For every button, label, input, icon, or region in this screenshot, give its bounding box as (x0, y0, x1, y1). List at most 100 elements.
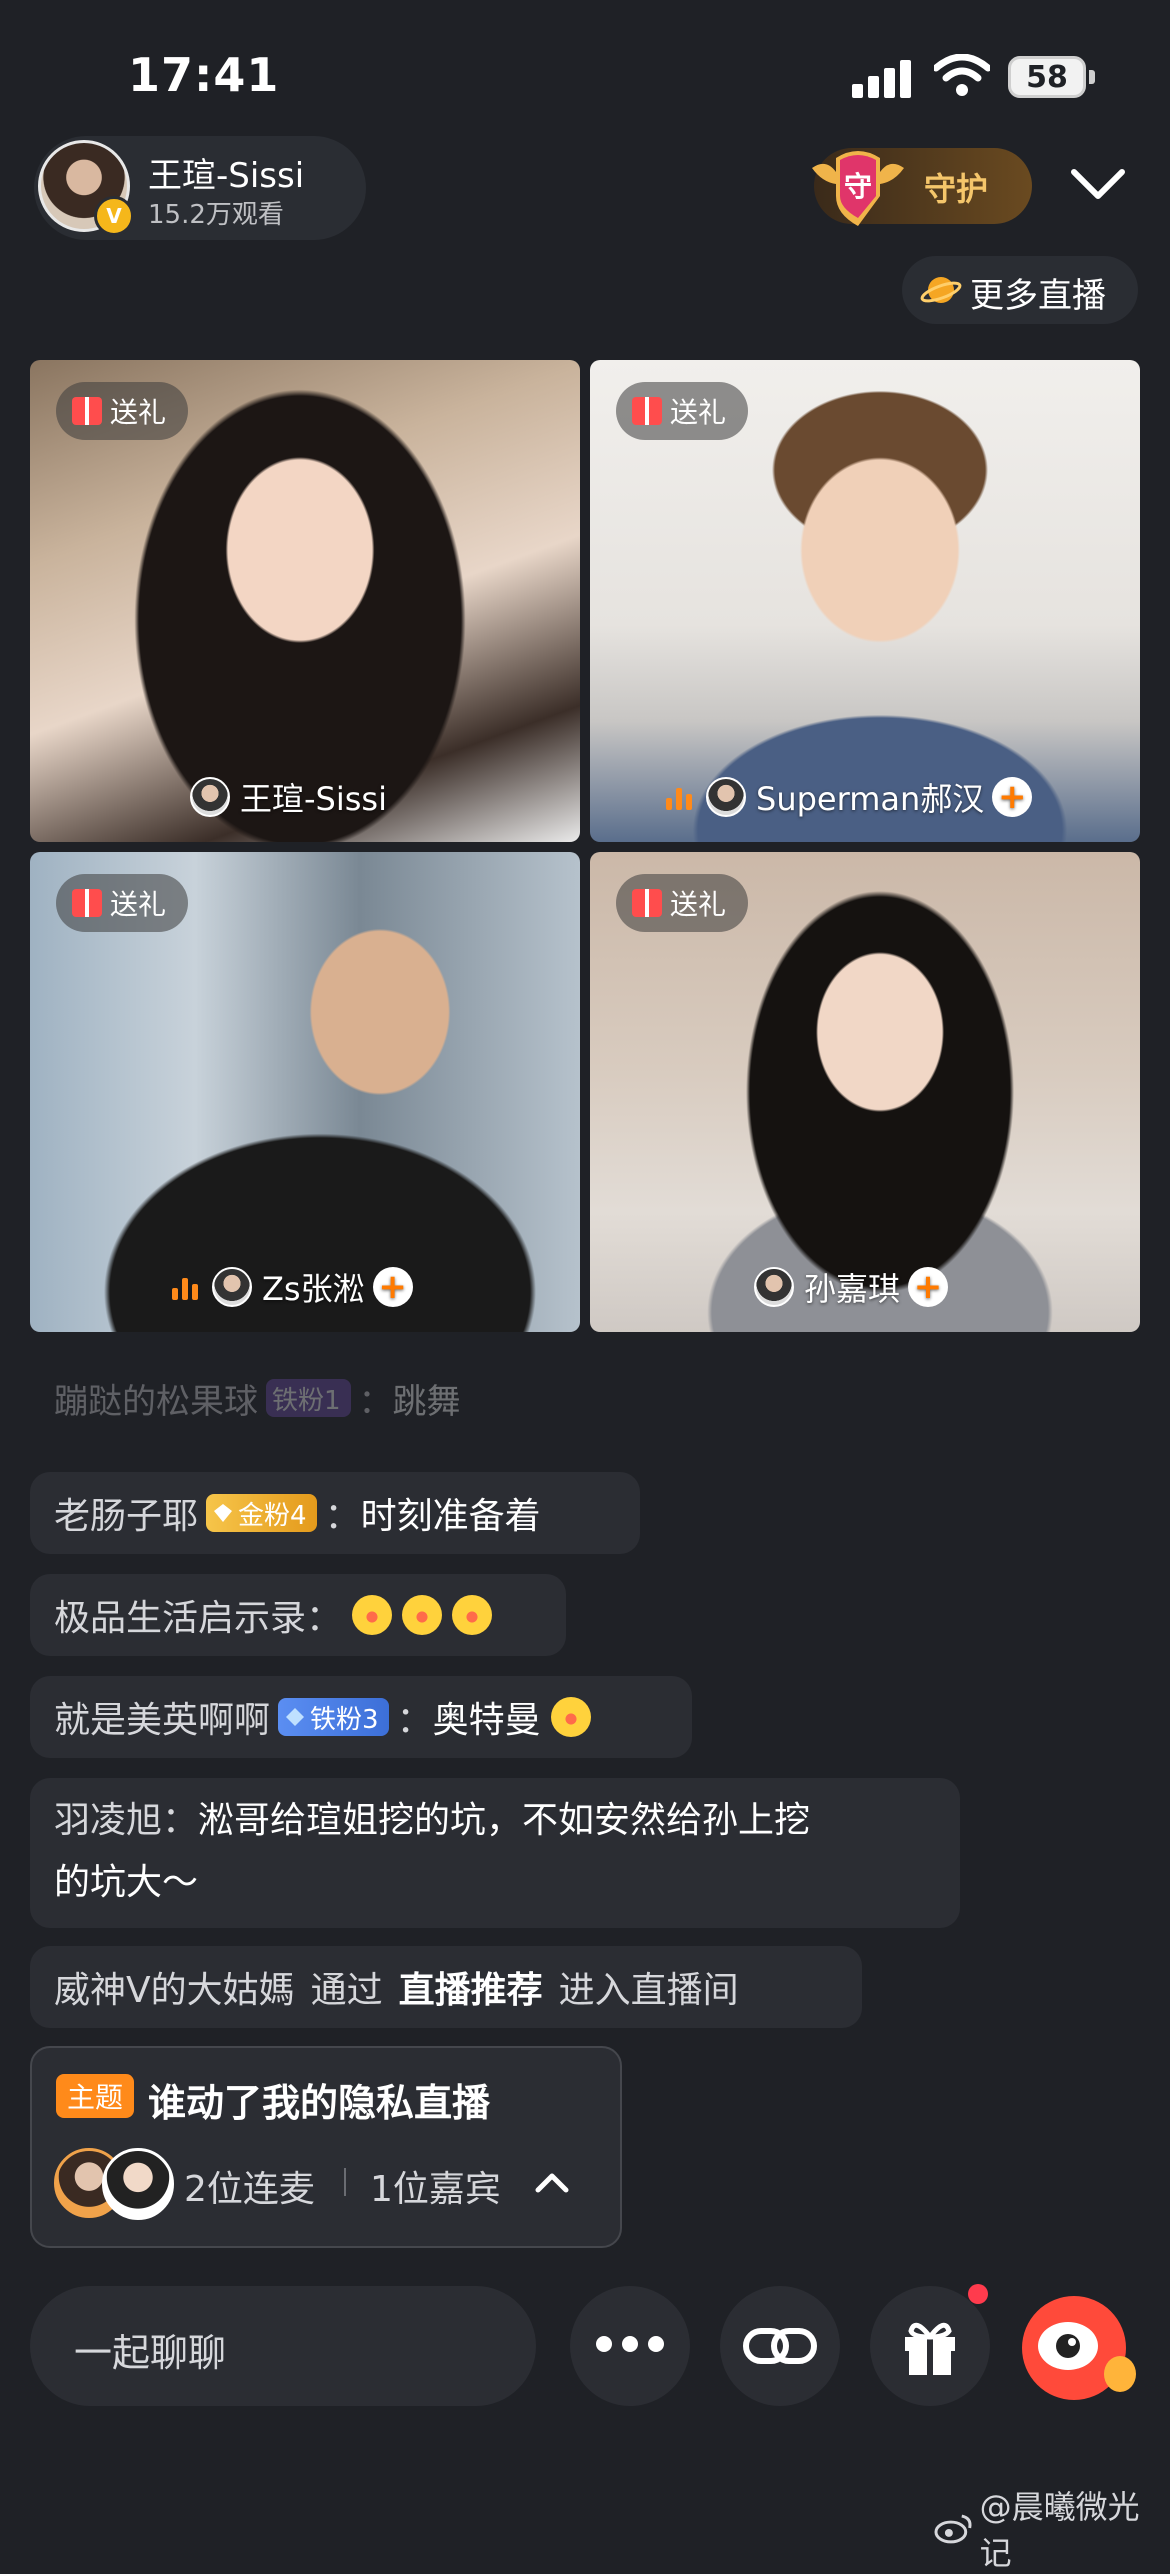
emoji-icon (352, 1595, 393, 1635)
cellular-signal-icon (852, 58, 916, 98)
participant-name-tag[interactable]: 孙嘉琪 + (754, 1264, 949, 1310)
battery-indicator: 58 (1008, 56, 1086, 98)
weibo-logo-icon (934, 2514, 972, 2544)
more-dots-icon (591, 2336, 669, 2356)
emoji-icon (452, 1595, 493, 1635)
chat-separator: ： (358, 1381, 393, 1422)
chat-text: 淞哥给瑄姐挖的坑，不如安然给孙上挖 (198, 1800, 811, 1841)
gift-button[interactable]: 送礼 (616, 382, 749, 440)
notification-dot (968, 2284, 988, 2304)
video-tile-sun[interactable]: 送礼 孙嘉琪 + (590, 852, 1140, 1332)
topic-tag: 主题 (56, 2074, 134, 2118)
watermark: @晨曦微光记 (934, 2482, 1170, 2574)
guard-label: 守护 (924, 170, 989, 208)
chat-username[interactable]: 羽凌旭 (54, 1800, 162, 1841)
chat-via: 通过 (310, 1970, 383, 2011)
battery-tip (1089, 70, 1095, 84)
emoji-icon (402, 1595, 443, 1635)
chat-text: 跳舞 (392, 1381, 461, 1422)
chat-action: 进入直播间 (558, 1970, 739, 2011)
guest-count: 1位嘉宾 (370, 2169, 501, 2210)
participant-name-tag[interactable]: 王瑄-Sissi (190, 774, 387, 820)
topic-title: 谁动了我的隐私直播 (148, 2081, 491, 2125)
chevron-down-icon[interactable] (1068, 160, 1128, 208)
chat-message: 就是美英啊啊 铁粉3 ： 奥特曼 (30, 1676, 692, 1758)
participant-avatar (212, 1267, 252, 1307)
linked-count: 2位连麦 (184, 2169, 315, 2210)
gift-button[interactable]: 送礼 (616, 874, 749, 932)
video-tile-host[interactable]: 送礼 王瑄-Sissi (30, 360, 580, 842)
more-live-label: 更多直播 (970, 276, 1106, 316)
weibo-mascot-icon[interactable] (1016, 2282, 1144, 2410)
speaking-indicator-icon (172, 1274, 198, 1300)
diamond-icon (286, 1708, 305, 1726)
chat-text: 时刻准备着 (360, 1496, 541, 1537)
gift-icon (905, 2322, 955, 2375)
speaking-indicator-icon (666, 784, 692, 810)
gift-icon (632, 889, 662, 917)
chat-message: 老肠子耶 金粉4 ： 时刻准备着 (30, 1472, 640, 1554)
gold-gem-icon (214, 1504, 233, 1522)
host-view-count: 15.2万观看 (148, 200, 284, 230)
status-time: 17:41 (128, 48, 280, 102)
participant-avatar (190, 777, 230, 817)
follow-button[interactable]: + (992, 777, 1033, 817)
more-button[interactable] (570, 2286, 690, 2406)
participant-name: Zs张淞 (262, 1270, 365, 1308)
chat-message: 极品生活启示录 ： (30, 1574, 566, 1656)
chat-text-continued: 的坑大～ (54, 1862, 199, 1903)
participant-name-tag[interactable]: Superman郝汉 + (666, 774, 1033, 820)
gift-icon (72, 889, 102, 917)
gift-icon (632, 397, 662, 425)
chat-entry-notice: 威神V的大姑媽 通过 直播推荐 进入直播间 (30, 1946, 862, 2028)
gift-icon (72, 397, 102, 425)
follow-button[interactable]: + (908, 1267, 949, 1307)
participant-avatar (754, 1267, 794, 1307)
planet-icon (920, 277, 962, 303)
verified-badge-icon: V (94, 196, 134, 236)
chat-username[interactable]: 威神V的大姑媽 (54, 1961, 295, 2013)
gift-label: 送礼 (110, 396, 167, 429)
host-name: 王瑄-Sissi (148, 156, 305, 196)
fan-badge: 铁粉3 (278, 1698, 389, 1736)
chat-separator: ： (396, 1700, 433, 1741)
chat-username: 蹦跶的松果球 (54, 1381, 258, 1422)
chat-input-placeholder: 一起聊聊 (74, 2331, 227, 2375)
chat-text: 奥特曼 (432, 1700, 541, 1741)
linked-avatar (102, 2148, 174, 2220)
link-icon (743, 2328, 817, 2364)
video-tile-zs[interactable]: 送礼 Zs张淞 + (30, 852, 580, 1332)
participant-avatar (706, 777, 746, 817)
watermark-text: @晨曦微光记 (979, 2488, 1140, 2572)
follow-button[interactable]: + (372, 1267, 413, 1307)
gift-label: 送礼 (670, 888, 727, 921)
chat-username[interactable]: 老肠子耶 (54, 1487, 198, 1539)
chat-message: 羽凌旭：淞哥给瑄姐挖的坑，不如安然给孙上挖 的坑大～ (30, 1778, 960, 1928)
svg-text:守: 守 (844, 170, 872, 203)
link-button[interactable] (720, 2286, 840, 2406)
wifi-icon (934, 54, 990, 96)
chat-message: 蹦跶的松果球 铁粉1 ： 跳舞 (30, 1372, 620, 1424)
gift-button[interactable]: 送礼 (56, 382, 189, 440)
entry-source: 直播推荐 (398, 1970, 543, 2011)
chat-separator: ： (324, 1496, 361, 1537)
chat-username[interactable]: 极品生活启示录 (54, 1589, 306, 1641)
fan-badge: 铁粉1 (266, 1379, 351, 1417)
chevron-up-icon[interactable] (532, 2166, 572, 2198)
guard-shield-icon: 守 (812, 151, 904, 226)
participant-name: 孙嘉琪 (804, 1270, 901, 1308)
gift-button[interactable]: 送礼 (56, 874, 189, 932)
video-tile-superman[interactable]: 送礼 Superman郝汉 + (590, 360, 1140, 842)
gift-label: 送礼 (110, 888, 167, 921)
participant-name-tag[interactable]: Zs张淞 + (172, 1264, 413, 1310)
participant-name: Superman郝汉 (756, 780, 985, 818)
gift-label: 送礼 (670, 396, 727, 429)
participant-name: 王瑄-Sissi (240, 780, 387, 818)
emoji-icon (550, 1697, 591, 1737)
chat-separator: ： (306, 1598, 343, 1639)
divider (344, 2168, 346, 2196)
fan-badge: 金粉4 (206, 1494, 317, 1532)
chat-username[interactable]: 就是美英啊啊 (54, 1691, 270, 1743)
gift-shop-button[interactable] (870, 2286, 990, 2406)
chat-separator: ： (162, 1800, 199, 1841)
